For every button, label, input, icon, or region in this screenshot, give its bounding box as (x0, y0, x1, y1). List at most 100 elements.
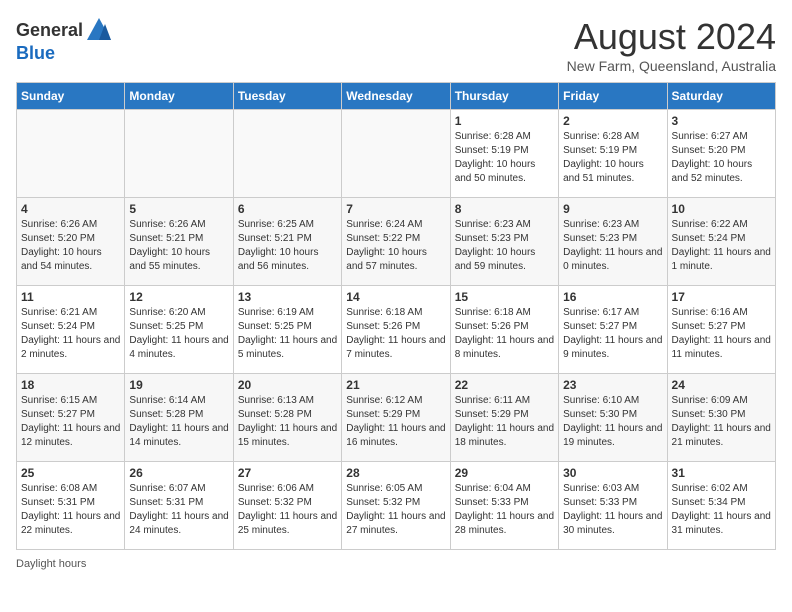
day-number: 26 (129, 466, 228, 480)
day-number: 14 (346, 290, 445, 304)
calendar-header-row: SundayMondayTuesdayWednesdayThursdayFrid… (17, 83, 776, 110)
day-info: Sunrise: 6:11 AM Sunset: 5:29 PM Dayligh… (455, 394, 554, 450)
day-number: 8 (455, 202, 554, 216)
day-number: 9 (563, 202, 662, 216)
calendar-cell: 31 Sunrise: 6:02 AM Sunset: 5:34 PM Dayli… (667, 462, 775, 550)
day-info: Sunrise: 6:19 AM Sunset: 5:25 PM Dayligh… (238, 306, 337, 362)
location-subtitle: New Farm, Queensland, Australia (567, 58, 776, 74)
day-info: Sunrise: 6:18 AM Sunset: 5:26 PM Dayligh… (455, 306, 554, 362)
calendar-cell: 9 Sunrise: 6:23 AM Sunset: 5:23 PM Daylig… (559, 198, 667, 286)
calendar-cell: 28Sunrise: 6:05 AM Sunset: 5:32 PM Dayli… (342, 462, 450, 550)
day-number: 24 (672, 378, 771, 392)
day-info: Sunrise: 6:26 AM Sunset: 5:21 PM Dayligh… (129, 218, 228, 274)
day-info: Sunrise: 6:08 AM Sunset: 5:31 PM Dayligh… (21, 482, 120, 538)
calendar-cell: 15Sunrise: 6:18 AM Sunset: 5:26 PM Dayli… (450, 286, 558, 374)
day-info: Sunrise: 6:22 AM Sunset: 5:24 PM Dayligh… (672, 218, 771, 274)
day-number: 7 (346, 202, 445, 216)
day-info: Sunrise: 6:24 AM Sunset: 5:22 PM Dayligh… (346, 218, 445, 274)
calendar-cell: 18 Sunrise: 6:15 AM Sunset: 5:27 PM Dayli… (17, 374, 125, 462)
day-number: 23 (563, 378, 662, 392)
calendar-week-row: 4Sunrise: 6:26 AM Sunset: 5:20 PM Daylig… (17, 198, 776, 286)
calendar-cell: 21 Sunrise: 6:12 AM Sunset: 5:29 PM Dayli… (342, 374, 450, 462)
calendar-table: SundayMondayTuesdayWednesdayThursdayFrid… (16, 82, 776, 550)
calendar-cell: 4Sunrise: 6:26 AM Sunset: 5:20 PM Daylig… (17, 198, 125, 286)
calendar-week-row: 11Sunrise: 6:21 AM Sunset: 5:24 PM Dayli… (17, 286, 776, 374)
day-info: Sunrise: 6:03 AM Sunset: 5:33 PM Dayligh… (563, 482, 662, 538)
calendar-cell: 5Sunrise: 6:26 AM Sunset: 5:21 PM Daylig… (125, 198, 233, 286)
calendar-cell (342, 110, 450, 198)
day-number: 16 (563, 290, 662, 304)
day-info: Sunrise: 6:28 AM Sunset: 5:19 PM Dayligh… (455, 130, 554, 186)
day-header-sunday: Sunday (17, 83, 125, 110)
day-number: 17 (672, 290, 771, 304)
footer: Daylight hours (16, 558, 776, 570)
month-year-title: August 2024 (567, 16, 776, 58)
day-info: Sunrise: 6:14 AM Sunset: 5:28 PM Dayligh… (129, 394, 228, 450)
day-header-wednesday: Wednesday (342, 83, 450, 110)
calendar-cell: 7 Sunrise: 6:24 AM Sunset: 5:22 PM Daylig… (342, 198, 450, 286)
calendar-cell: 25 Sunrise: 6:08 AM Sunset: 5:31 PM Dayli… (17, 462, 125, 550)
header: General Blue August 2024 New Farm, Queen… (16, 16, 776, 74)
calendar-cell: 22Sunrise: 6:11 AM Sunset: 5:29 PM Dayli… (450, 374, 558, 462)
calendar-cell: 17 Sunrise: 6:16 AM Sunset: 5:27 PM Dayli… (667, 286, 775, 374)
day-info: Sunrise: 6:27 AM Sunset: 5:20 PM Dayligh… (672, 130, 771, 186)
day-info: Sunrise: 6:18 AM Sunset: 5:26 PM Dayligh… (346, 306, 445, 362)
calendar-week-row: 1 Sunrise: 6:28 AM Sunset: 5:19 PM Daylig… (17, 110, 776, 198)
day-info: Sunrise: 6:04 AM Sunset: 5:33 PM Dayligh… (455, 482, 554, 538)
day-header-friday: Friday (559, 83, 667, 110)
day-number: 10 (672, 202, 771, 216)
calendar-cell: 8 Sunrise: 6:23 AM Sunset: 5:23 PM Daylig… (450, 198, 558, 286)
day-info: Sunrise: 6:09 AM Sunset: 5:30 PM Dayligh… (672, 394, 771, 450)
day-info: Sunrise: 6:16 AM Sunset: 5:27 PM Dayligh… (672, 306, 771, 362)
logo: General Blue (16, 16, 113, 64)
calendar-cell: 14 Sunrise: 6:18 AM Sunset: 5:26 PM Dayli… (342, 286, 450, 374)
day-number: 12 (129, 290, 228, 304)
calendar-cell: 23Sunrise: 6:10 AM Sunset: 5:30 PM Dayli… (559, 374, 667, 462)
logo-icon (85, 16, 113, 44)
day-info: Sunrise: 6:12 AM Sunset: 5:29 PM Dayligh… (346, 394, 445, 450)
calendar-cell: 10 Sunrise: 6:22 AM Sunset: 5:24 PM Dayli… (667, 198, 775, 286)
calendar-cell: 13Sunrise: 6:19 AM Sunset: 5:25 PM Dayli… (233, 286, 341, 374)
day-number: 1 (455, 114, 554, 128)
day-header-saturday: Saturday (667, 83, 775, 110)
day-number: 3 (672, 114, 771, 128)
day-info: Sunrise: 6:13 AM Sunset: 5:28 PM Dayligh… (238, 394, 337, 450)
calendar-cell: 2Sunrise: 6:28 AM Sunset: 5:19 PM Daylig… (559, 110, 667, 198)
day-number: 29 (455, 466, 554, 480)
calendar-cell: 12Sunrise: 6:20 AM Sunset: 5:25 PM Dayli… (125, 286, 233, 374)
calendar-cell: 11Sunrise: 6:21 AM Sunset: 5:24 PM Dayli… (17, 286, 125, 374)
calendar-cell: 1 Sunrise: 6:28 AM Sunset: 5:19 PM Daylig… (450, 110, 558, 198)
day-info: Sunrise: 6:23 AM Sunset: 5:23 PM Dayligh… (563, 218, 662, 274)
day-header-thursday: Thursday (450, 83, 558, 110)
calendar-cell (233, 110, 341, 198)
day-info: Sunrise: 6:07 AM Sunset: 5:31 PM Dayligh… (129, 482, 228, 538)
logo-general: General (16, 21, 83, 39)
day-info: Sunrise: 6:05 AM Sunset: 5:32 PM Dayligh… (346, 482, 445, 538)
day-number: 11 (21, 290, 120, 304)
day-number: 21 (346, 378, 445, 392)
title-area: August 2024 New Farm, Queensland, Austra… (567, 16, 776, 74)
calendar-cell: 16Sunrise: 6:17 AM Sunset: 5:27 PM Dayli… (559, 286, 667, 374)
calendar-week-row: 25 Sunrise: 6:08 AM Sunset: 5:31 PM Dayli… (17, 462, 776, 550)
calendar-cell: 19Sunrise: 6:14 AM Sunset: 5:28 PM Dayli… (125, 374, 233, 462)
day-number: 31 (672, 466, 771, 480)
calendar-cell: 26 Sunrise: 6:07 AM Sunset: 5:31 PM Dayli… (125, 462, 233, 550)
day-number: 25 (21, 466, 120, 480)
calendar-cell: 29 Sunrise: 6:04 AM Sunset: 5:33 PM Dayli… (450, 462, 558, 550)
calendar-cell: 30 Sunrise: 6:03 AM Sunset: 5:33 PM Dayli… (559, 462, 667, 550)
day-info: Sunrise: 6:06 AM Sunset: 5:32 PM Dayligh… (238, 482, 337, 538)
logo-blue: Blue (16, 43, 55, 63)
day-number: 27 (238, 466, 337, 480)
daylight-label: Daylight hours (16, 558, 86, 570)
day-info: Sunrise: 6:23 AM Sunset: 5:23 PM Dayligh… (455, 218, 554, 274)
day-header-monday: Monday (125, 83, 233, 110)
calendar-cell (125, 110, 233, 198)
day-info: Sunrise: 6:15 AM Sunset: 5:27 PM Dayligh… (21, 394, 120, 450)
calendar-cell (17, 110, 125, 198)
calendar-cell: 24 Sunrise: 6:09 AM Sunset: 5:30 PM Dayli… (667, 374, 775, 462)
day-info: Sunrise: 6:28 AM Sunset: 5:19 PM Dayligh… (563, 130, 662, 186)
day-info: Sunrise: 6:26 AM Sunset: 5:20 PM Dayligh… (21, 218, 120, 274)
day-number: 30 (563, 466, 662, 480)
day-number: 18 (21, 378, 120, 392)
day-info: Sunrise: 6:02 AM Sunset: 5:34 PM Dayligh… (672, 482, 771, 538)
